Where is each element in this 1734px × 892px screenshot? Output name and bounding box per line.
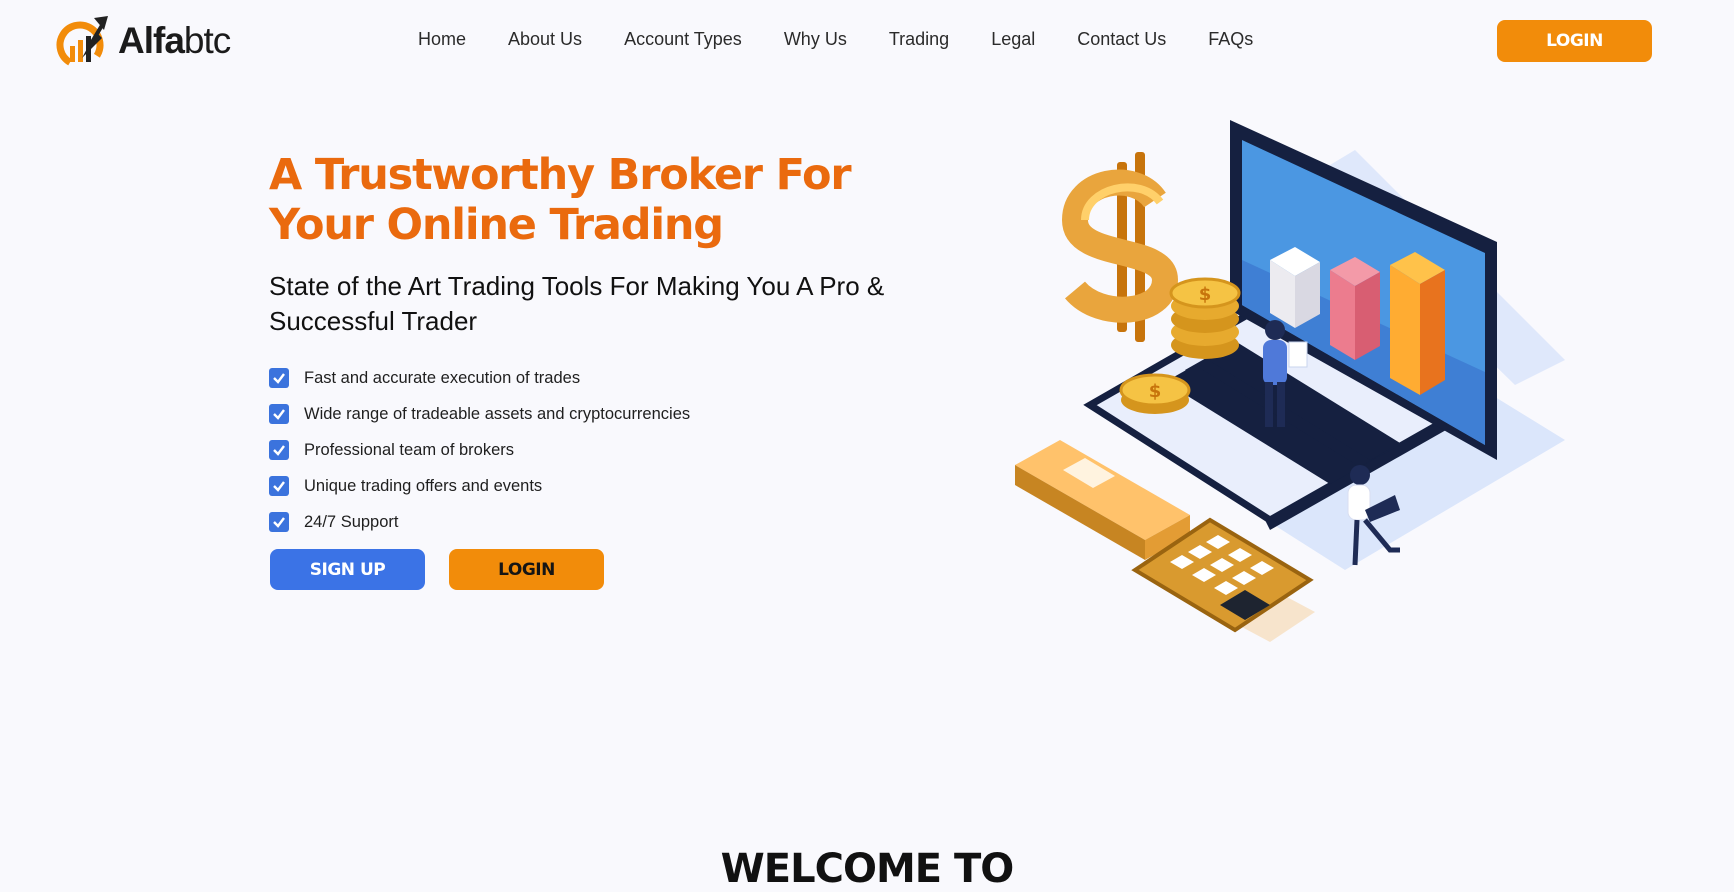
checkbox-checked-icon bbox=[269, 512, 289, 532]
feature-label: 24/7 Support bbox=[304, 512, 399, 531]
logo-icon bbox=[56, 16, 108, 69]
checkbox-checked-icon bbox=[269, 404, 289, 424]
feature-label: Unique trading offers and events bbox=[304, 476, 543, 495]
feature-item: Fast and accurate execution of trades bbox=[269, 360, 690, 396]
svg-text:$: $ bbox=[1199, 284, 1212, 305]
feature-label: Wide range of tradeable assets and crypt… bbox=[304, 404, 691, 423]
nav-home[interactable]: Home bbox=[418, 29, 466, 50]
hero-login-button[interactable]: LOGIN bbox=[449, 549, 604, 590]
feature-list: Fast and accurate execution of trades Wi… bbox=[269, 360, 690, 540]
feature-item: Unique trading offers and events bbox=[269, 468, 690, 504]
welcome-heading: WELCOME TO bbox=[720, 846, 1015, 892]
nav-legal[interactable]: Legal bbox=[991, 29, 1035, 50]
header-login-button[interactable]: LOGIN bbox=[1497, 20, 1652, 62]
feature-item: 24/7 Support bbox=[269, 504, 690, 540]
nav-account-types[interactable]: Account Types bbox=[624, 29, 742, 50]
hero-title: A Trustworthy Broker For Your Online Tra… bbox=[269, 150, 909, 250]
checkbox-checked-icon bbox=[269, 476, 289, 496]
hero-subtitle: State of the Art Trading Tools For Makin… bbox=[269, 271, 885, 336]
nav-about-us[interactable]: About Us bbox=[508, 29, 582, 50]
svg-text:$: $ bbox=[1149, 381, 1162, 402]
logo-text-light: btc bbox=[183, 20, 231, 61]
nav-faqs[interactable]: FAQs bbox=[1208, 29, 1253, 50]
hero-title-line2: Your Online Trading bbox=[269, 200, 724, 250]
nav-trading[interactable]: Trading bbox=[889, 29, 949, 50]
main-nav: Home About Us Account Types Why Us Tradi… bbox=[418, 29, 1295, 50]
hero-title-line1: A Trustworthy Broker For bbox=[269, 150, 852, 200]
site-logo[interactable]: Alfabtc bbox=[56, 12, 231, 70]
feature-item: Professional team of brokers bbox=[269, 432, 690, 468]
signup-button[interactable]: SIGN UP bbox=[270, 549, 425, 590]
nav-contact-us[interactable]: Contact Us bbox=[1077, 29, 1166, 50]
feature-label: Fast and accurate execution of trades bbox=[304, 368, 581, 387]
logo-text-bold: Alfa bbox=[118, 20, 185, 61]
feature-label: Professional team of brokers bbox=[304, 440, 515, 459]
nav-why-us[interactable]: Why Us bbox=[784, 29, 847, 50]
checkbox-checked-icon bbox=[269, 368, 289, 388]
checkbox-checked-icon bbox=[269, 440, 289, 460]
trading-laptop-illustration: $ $ bbox=[1015, 120, 1565, 642]
feature-item: Wide range of tradeable assets and crypt… bbox=[269, 396, 690, 432]
